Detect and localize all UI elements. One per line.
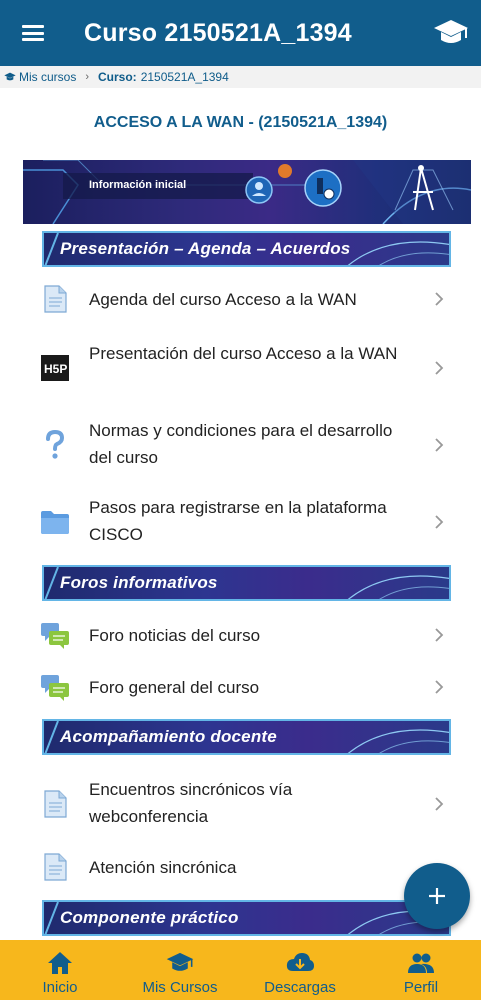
chevron-right-icon	[432, 625, 446, 645]
list-item-agenda[interactable]: Agenda del curso Acceso a la WAN	[0, 284, 481, 314]
list-item-encuentros[interactable]: Encuentros sincrónicos vía webconferenci…	[0, 776, 481, 832]
list-item-label: Encuentros sincrónicos vía webconferenci…	[89, 780, 293, 826]
list-item-label: Foro general del curso	[89, 678, 260, 697]
page-icon	[40, 789, 70, 819]
list-item-label: Agenda del curso Acceso a la WAN	[89, 290, 357, 309]
section-heading-text: Acompañamiento docente	[60, 727, 277, 746]
question-icon	[40, 430, 70, 460]
info-banner: Información inicial	[23, 160, 471, 224]
people-icon	[407, 949, 435, 977]
page-icon	[40, 284, 70, 314]
banner-decoration	[23, 160, 471, 224]
cloud-download-icon	[285, 949, 315, 977]
section-heading-text: Presentación – Agenda – Acuerdos	[60, 239, 351, 258]
list-item-label: Atención sincrónica	[89, 858, 237, 877]
svg-text:H5P: H5P	[44, 362, 67, 376]
nav-item-descargas[interactable]: Descargas	[250, 940, 350, 1000]
list-item-presentacion[interactable]: H5P Presentación del curso Acceso a la W…	[0, 340, 481, 396]
folder-icon	[40, 507, 70, 537]
breadcrumb-home-label: Mis cursos	[19, 70, 77, 84]
nav-label: Descargas	[264, 979, 336, 996]
chevron-right-icon	[432, 289, 446, 309]
page-icon	[40, 852, 70, 882]
hamburger-icon[interactable]	[0, 0, 66, 66]
course-title: ACCESO A LA WAN - (2150521A_1394)	[93, 114, 388, 131]
section-heading-text: Foros informativos	[60, 573, 218, 592]
nav-label: Perfil	[403, 979, 439, 996]
section-heading-componente: Componente práctico	[42, 900, 451, 936]
breadcrumb-current-value: 2150521A_1394	[140, 70, 229, 84]
chevron-right-icon	[432, 512, 446, 532]
section-heading-foros: Foros informativos	[42, 565, 451, 601]
list-item-label: Presentación del curso Acceso a la WAN	[89, 344, 398, 363]
graduation-cap-icon	[4, 72, 16, 81]
list-item-normas[interactable]: Normas y condiciones para el desarrollo …	[0, 417, 481, 473]
chevron-right-icon	[432, 358, 446, 378]
nav-item-perfil[interactable]: Perfil	[381, 940, 461, 1000]
h5p-icon: H5P	[40, 353, 70, 383]
forum-icon	[40, 620, 70, 650]
add-fab-button[interactable]	[404, 863, 470, 929]
list-item-label: Pasos para registrarse en la plataforma …	[89, 498, 387, 544]
page-title: Curso 2150521A_1394	[84, 18, 352, 47]
list-item-foro-noticias[interactable]: Foro noticias del curso	[0, 620, 481, 650]
nav-item-inicio[interactable]: Inicio	[20, 940, 100, 1000]
graduation-cap-icon	[166, 949, 194, 977]
chevron-right-icon: ›	[85, 71, 90, 83]
list-item-pasos-cisco[interactable]: Pasos para registrarse en la plataforma …	[0, 494, 481, 550]
section-heading-presentacion: Presentación – Agenda – Acuerdos	[42, 231, 451, 267]
nav-label: Mis Cursos	[142, 979, 218, 996]
list-item-label: Normas y condiciones para el desarrollo …	[89, 421, 393, 467]
chevron-right-icon	[432, 435, 446, 455]
forum-icon	[40, 672, 70, 702]
breadcrumb-current-prefix: Curso:	[98, 70, 137, 84]
plus-icon	[429, 888, 445, 904]
course-content: ACCESO A LA WAN - (2150521A_1394) Inform…	[0, 88, 481, 940]
breadcrumb: Mis cursos › Curso: 2150521A_1394	[0, 66, 481, 88]
list-item-label: Foro noticias del curso	[89, 626, 261, 645]
nav-label: Inicio	[42, 979, 78, 996]
graduation-cap-icon[interactable]	[421, 0, 481, 66]
top-app-bar: Curso 2150521A_1394	[0, 0, 481, 66]
breadcrumb-current: Curso: 2150521A_1394	[98, 70, 229, 84]
bottom-navigation: Inicio Mis Cursos Descargas Perfil	[0, 940, 481, 1000]
section-heading-acompanamiento: Acompañamiento docente	[42, 719, 451, 755]
breadcrumb-my-courses[interactable]: Mis cursos	[4, 70, 76, 84]
chevron-right-icon	[432, 677, 446, 697]
list-item-foro-general[interactable]: Foro general del curso	[0, 672, 481, 702]
chevron-right-icon	[432, 794, 446, 814]
banner-label: Información inicial	[89, 179, 187, 191]
home-icon	[47, 949, 73, 977]
nav-item-mis-cursos[interactable]: Mis Cursos	[130, 940, 230, 1000]
section-heading-text: Componente práctico	[60, 908, 239, 927]
